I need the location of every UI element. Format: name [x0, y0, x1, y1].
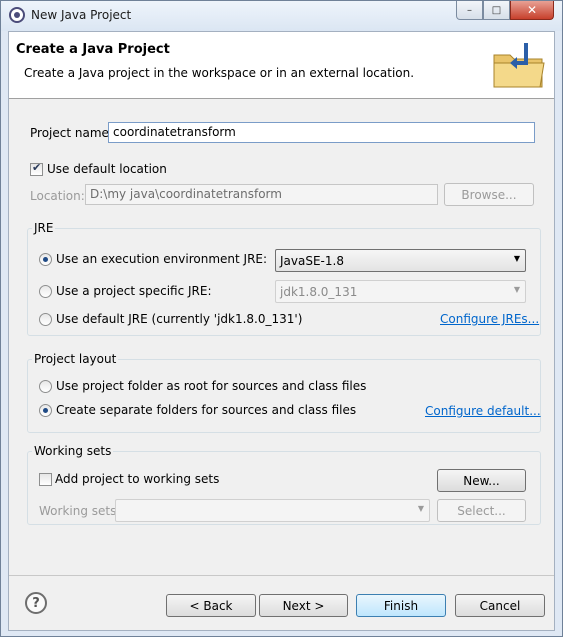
jre-default-radio[interactable] [39, 313, 52, 326]
maximize-icon: □ [491, 4, 502, 16]
close-icon: ✕ [526, 3, 538, 17]
new-working-set-button[interactable]: New... [437, 469, 526, 492]
working-sets-label: Working sets: [39, 504, 121, 518]
wizard-banner: Create a Java Project Create a Java proj… [9, 32, 554, 99]
layout-separate-folders-radio[interactable] [39, 404, 52, 417]
location-input[interactable]: D:\my java\coordinatetransform [85, 184, 438, 205]
working-sets-group-title: Working sets [32, 444, 114, 458]
minimize-icon: – [467, 4, 472, 16]
execution-environment-value: JavaSE-1.8 [280, 254, 344, 268]
minimize-button[interactable]: – [456, 1, 483, 20]
help-glyph: ? [32, 595, 40, 611]
finish-button[interactable]: Finish [356, 594, 446, 617]
dialog-window: New Java Project – □ ✕ Create a Java Pro… [0, 0, 563, 637]
back-button[interactable]: < Back [166, 594, 256, 617]
maximize-button[interactable]: □ [483, 1, 510, 20]
add-to-working-sets-label[interactable]: Add project to working sets [55, 472, 219, 486]
use-default-location-label[interactable]: Use default location [47, 162, 167, 176]
help-icon[interactable]: ? [25, 592, 47, 614]
location-label: Location: [30, 189, 85, 203]
execution-environment-select[interactable]: JavaSE-1.8 ▼ [275, 249, 526, 272]
next-button[interactable]: Next > [259, 594, 348, 617]
jre-group-title: JRE [32, 221, 56, 235]
folder-wizard-icon [493, 43, 545, 88]
dialog-client: Create a Java Project Create a Java proj… [8, 31, 555, 631]
eclipse-icon [9, 7, 25, 23]
select-working-sets-button[interactable]: Select... [437, 499, 526, 522]
project-layout-group-title: Project layout [32, 352, 119, 366]
jre-execution-environment-radio[interactable] [39, 253, 52, 266]
add-to-working-sets-checkbox[interactable] [39, 473, 52, 486]
layout-project-root-radio[interactable] [39, 380, 52, 393]
chevron-down-icon: ▼ [513, 254, 520, 263]
jre-default-label[interactable]: Use default JRE (currently 'jdk1.8.0_131… [56, 312, 302, 326]
project-specific-jre-value: jdk1.8.0_131 [280, 285, 358, 299]
window-title: New Java Project [31, 8, 132, 22]
use-default-location-checkbox[interactable] [30, 161, 43, 176]
layout-separate-folders-label[interactable]: Create separate folders for sources and … [56, 403, 356, 417]
jre-project-specific-radio[interactable] [39, 285, 52, 298]
caption-buttons: – □ ✕ [456, 1, 554, 20]
jre-project-specific-label[interactable]: Use a project specific JRE: [56, 284, 212, 298]
page-description: Create a Java project in the workspace o… [24, 66, 415, 80]
project-specific-jre-select[interactable]: jdk1.8.0_131 ▼ [275, 280, 526, 303]
project-layout-group [27, 359, 541, 433]
close-button[interactable]: ✕ [510, 1, 554, 20]
footer-divider [9, 575, 554, 576]
title-bar[interactable]: New Java Project – □ ✕ [1, 1, 562, 31]
browse-button[interactable]: Browse... [444, 183, 534, 206]
project-name-label: Project name: [30, 126, 113, 140]
page-title: Create a Java Project [16, 42, 170, 57]
configure-jres-link[interactable]: Configure JREs... [440, 312, 539, 326]
chevron-down-icon: ▼ [513, 285, 520, 294]
cancel-button[interactable]: Cancel [455, 594, 545, 617]
jre-execution-environment-label[interactable]: Use an execution environment JRE: [56, 252, 267, 266]
project-name-input[interactable]: coordinatetransform [108, 122, 535, 143]
layout-project-root-label[interactable]: Use project folder as root for sources a… [56, 379, 366, 393]
working-sets-select[interactable]: ▼ [115, 499, 430, 522]
chevron-down-icon: ▼ [417, 504, 424, 513]
configure-default-link[interactable]: Configure default... [425, 404, 541, 418]
